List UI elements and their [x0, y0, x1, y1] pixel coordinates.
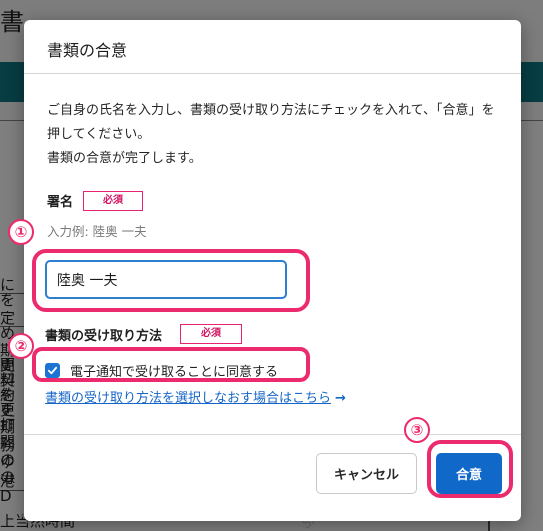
step-1-marker: ① — [8, 219, 34, 245]
arrow-right-icon: → — [335, 391, 346, 406]
electronic-notice-option[interactable]: 電子通知で受け取ることに同意する — [45, 359, 278, 381]
step-3-marker: ③ — [404, 417, 430, 443]
agree-button[interactable]: 合意 — [436, 453, 502, 494]
signature-input[interactable] — [45, 260, 287, 299]
dialog-instructions: ご自身の氏名を入力し、書類の受け取り方法にチェックを入れて、「合意」を押してくだ… — [47, 103, 495, 166]
electronic-notice-label: 電子通知で受け取ることに同意する — [70, 364, 279, 380]
reselect-delivery-link-text: 書類の受け取り方法を選択しなおす場合はこちら — [45, 391, 332, 406]
signature-label: 署名 — [47, 195, 74, 210]
dialog-footer: キャンセル 合意 — [24, 434, 521, 521]
dialog-title: 書類の合意 — [47, 41, 128, 60]
delivery-required-badge: 必須 — [180, 324, 242, 344]
cancel-button[interactable]: キャンセル — [316, 453, 417, 494]
dialog-header: 書類の合意 — [24, 20, 521, 74]
delivery-method-label: 書類の受け取り方法 — [45, 329, 163, 344]
reselect-delivery-link[interactable]: 書類の受け取り方法を選択しなおす場合はこちら → — [45, 387, 346, 406]
dialog-body: ご自身の氏名を入力し、書類の受け取り方法にチェックを入れて、「合意」を押してくだ… — [24, 74, 521, 434]
electronic-notice-checkbox[interactable] — [45, 362, 60, 378]
check-icon — [47, 366, 58, 374]
signature-example: 入力例: 陸奥 一夫 — [47, 224, 147, 239]
signature-required-badge: 必須 — [83, 191, 143, 211]
step-2-marker: ② — [8, 333, 34, 359]
agreement-dialog: 書類の合意 ご自身の氏名を入力し、書類の受け取り方法にチェックを入れて、「合意」… — [24, 20, 521, 521]
